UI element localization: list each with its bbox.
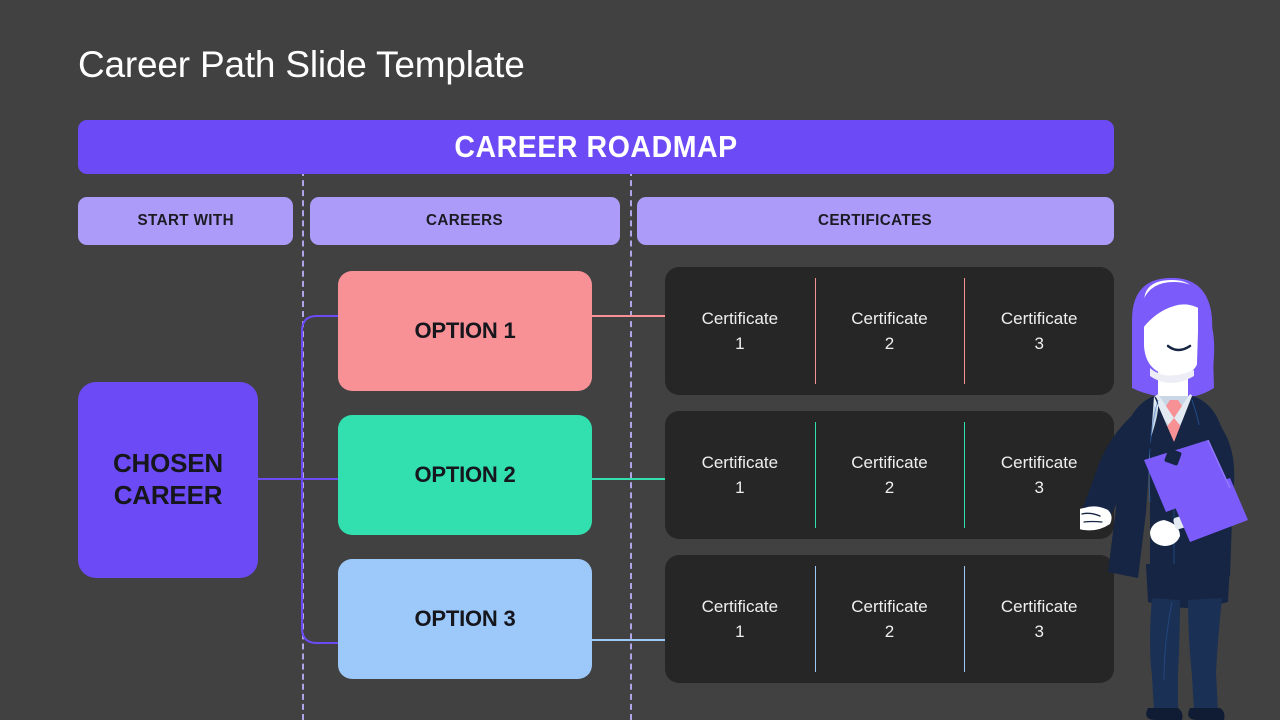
certificate-panel-3: Certificate 1 Certificate 2 Certificate … (665, 555, 1114, 683)
certificate-name: Certificate (1000, 596, 1078, 616)
certificate-name: Certificate (701, 308, 779, 328)
businesswoman-illustration (1080, 277, 1248, 720)
certificate-cell[interactable]: Certificate 1 (665, 267, 815, 395)
column-guide-line-2 (630, 170, 632, 720)
certificate-number: 3 (1034, 478, 1044, 497)
career-roadmap-banner: CAREER ROADMAP (78, 120, 1114, 174)
certificate-number: 1 (735, 478, 745, 497)
certificate-cell[interactable]: Certificate 1 (665, 411, 815, 539)
option-box-1-label: OPTION 1 (414, 318, 516, 343)
column-header-careers-label: CAREERS (426, 212, 504, 229)
certificate-name: Certificate (701, 596, 779, 616)
chosen-career-line-1: CHOSEN (112, 448, 224, 479)
certificate-name: Certificate (851, 308, 928, 328)
career-roadmap-banner-label: CAREER ROADMAP (454, 129, 738, 164)
column-header-start-with-label: START WITH (137, 212, 234, 229)
certificate-number: 2 (884, 622, 895, 641)
certificate-number: 1 (735, 622, 745, 641)
certificate-name: Certificate (851, 596, 928, 616)
certificate-cell[interactable]: Certificate 2 (814, 267, 965, 395)
certificate-name: Certificate (701, 452, 779, 472)
column-header-careers[interactable]: CAREERS (310, 197, 620, 245)
option-box-2-label: OPTION 2 (414, 462, 516, 487)
certificate-number: 3 (1034, 334, 1044, 353)
chosen-career-box[interactable]: CHOSEN CAREER (78, 382, 258, 578)
certificate-cell[interactable]: Certificate 2 (814, 555, 965, 683)
certificate-number: 2 (884, 334, 895, 353)
option-box-3-label: OPTION 3 (414, 606, 516, 631)
column-header-certificates-label: CERTIFICATES (818, 212, 933, 229)
column-header-start-with[interactable]: START WITH (78, 197, 293, 245)
certificate-cell[interactable]: Certificate 1 (665, 555, 815, 683)
certificate-name: Certificate (1000, 452, 1078, 472)
certificate-number: 1 (735, 334, 745, 353)
chosen-career-line-2: CAREER (113, 480, 223, 510)
certificate-name: Certificate (1000, 308, 1078, 328)
page-title: Career Path Slide Template (78, 44, 525, 85)
option-box-2[interactable]: OPTION 2 (338, 415, 592, 535)
column-guide-line-1 (302, 170, 304, 720)
column-header-certificates[interactable]: CERTIFICATES (637, 197, 1114, 245)
certificate-cell[interactable]: Certificate 2 (814, 411, 965, 539)
certificate-number: 2 (884, 478, 895, 497)
option-box-1[interactable]: OPTION 1 (338, 271, 592, 391)
certificate-panel-1: Certificate 1 Certificate 2 Certificate … (665, 267, 1114, 395)
certificate-number: 3 (1034, 622, 1044, 641)
certificate-panel-2: Certificate 1 Certificate 2 Certificate … (665, 411, 1114, 539)
certificate-name: Certificate (851, 452, 928, 472)
option-box-3[interactable]: OPTION 3 (338, 559, 592, 679)
